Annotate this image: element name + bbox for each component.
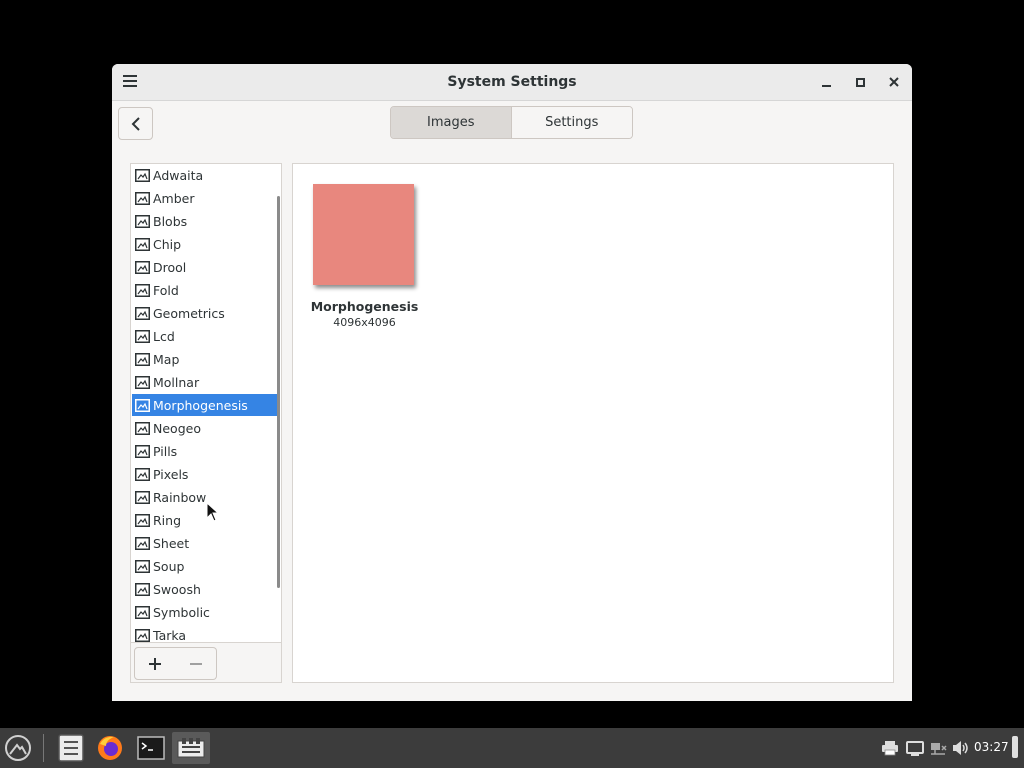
image-icon <box>135 306 150 320</box>
list-item-label: Geometrics <box>153 305 225 321</box>
printer-icon[interactable] <box>880 732 900 764</box>
list-item-map[interactable]: Map <box>132 348 280 370</box>
image-icon <box>135 421 150 435</box>
preview-area: Morphogenesis 4096x4096 <box>292 163 894 683</box>
power-indicator[interactable] <box>1012 736 1018 758</box>
list-item-label: Mollnar <box>153 374 200 390</box>
list-item-label: Chip <box>153 236 182 252</box>
image-icon <box>135 513 150 527</box>
app-menu-icon[interactable] <box>2 732 34 764</box>
list-item-label: Map <box>153 351 180 367</box>
wallpaper-resolution: 4096x4096 <box>333 316 396 329</box>
list-item-morphogenesis[interactable]: Morphogenesis <box>132 394 280 416</box>
image-icon <box>135 329 150 343</box>
list-item-drool[interactable]: Drool <box>132 256 280 278</box>
image-icon <box>135 168 150 182</box>
list-item-soup[interactable]: Soup <box>132 555 280 577</box>
list-item-sheet[interactable]: Sheet <box>132 532 280 554</box>
close-icon[interactable] <box>883 72 905 92</box>
list-item-label: Adwaita <box>153 167 204 183</box>
settings-app-icon[interactable] <box>172 732 210 764</box>
wallpaper-name: Morphogenesis <box>310 299 419 314</box>
list-actions <box>131 642 281 682</box>
list-item-amber[interactable]: Amber <box>132 187 280 209</box>
list-item-label: Tarka <box>153 627 187 643</box>
list-item-chip[interactable]: Chip <box>132 233 280 255</box>
title-bar: System Settings <box>112 64 912 101</box>
image-icon <box>135 628 150 642</box>
image-icon <box>135 444 150 458</box>
terminal-icon[interactable] <box>135 732 167 764</box>
list-item-tarka[interactable]: Tarka <box>132 624 280 642</box>
tab-images[interactable]: Images <box>391 107 512 138</box>
list-item-label: Symbolic <box>153 604 210 620</box>
file-manager-icon[interactable] <box>55 732 87 764</box>
list-item-label: Blobs <box>153 213 188 229</box>
add-button[interactable] <box>134 647 176 680</box>
system-settings-window: System Settings Images Settings Adwaita A… <box>112 64 912 701</box>
image-icon <box>135 536 150 550</box>
list-item-blobs[interactable]: Blobs <box>132 210 280 232</box>
list-item-label: Fold <box>153 282 179 298</box>
image-icon <box>135 352 150 366</box>
list-item-pills[interactable]: Pills <box>132 440 280 462</box>
tab-settings[interactable]: Settings <box>511 107 632 138</box>
minimize-icon[interactable] <box>815 72 837 92</box>
list-item-mollnar[interactable]: Mollnar <box>132 371 280 393</box>
list-scrollbar[interactable] <box>277 196 280 588</box>
image-icon <box>135 191 150 205</box>
chevron-left-icon <box>131 116 140 131</box>
list-item-label: Swoosh <box>153 581 201 597</box>
image-icon <box>135 559 150 573</box>
image-icon <box>135 214 150 228</box>
window-title: System Settings <box>447 74 577 90</box>
list-item-label: Ring <box>153 512 182 528</box>
list-item-pixels[interactable]: Pixels <box>132 463 280 485</box>
list-item-label: Pills <box>153 443 178 459</box>
list-item-label: Morphogenesis <box>153 397 248 413</box>
taskbar-separator <box>43 734 44 762</box>
wallpaper-thumbnail[interactable] <box>313 184 414 285</box>
list-item-swoosh[interactable]: Swoosh <box>132 578 280 600</box>
list-item-fold[interactable]: Fold <box>132 279 280 301</box>
image-icon <box>135 260 150 274</box>
list-item-label: Pixels <box>153 466 189 482</box>
display-icon[interactable] <box>905 732 925 764</box>
remove-button[interactable] <box>175 647 217 680</box>
image-icon <box>135 398 150 412</box>
back-button[interactable] <box>118 107 153 140</box>
list-item-label: Neogeo <box>153 420 201 436</box>
taskbar: 03:27 <box>0 728 1024 768</box>
maximize-icon[interactable] <box>849 72 871 92</box>
view-switcher: Images Settings <box>390 106 633 139</box>
image-icon <box>135 283 150 297</box>
image-icon <box>135 237 150 251</box>
list-item-label: Rainbow <box>153 489 207 505</box>
image-icon <box>135 605 150 619</box>
volume-icon[interactable] <box>950 732 970 764</box>
image-icon <box>135 582 150 596</box>
list-item-neogeo[interactable]: Neogeo <box>132 417 280 439</box>
list-item-geometrics[interactable]: Geometrics <box>132 302 280 324</box>
mouse-cursor-icon <box>206 502 220 522</box>
list-item-label: Amber <box>153 190 195 206</box>
image-icon <box>135 467 150 481</box>
list-item-adwaita[interactable]: Adwaita <box>132 164 280 186</box>
image-icon <box>135 490 150 504</box>
minus-icon <box>189 662 202 665</box>
image-icon <box>135 375 150 389</box>
background-list-panel: Adwaita Amber Blobs Chip Drool Fold Geometrics… <box>130 163 282 683</box>
clock[interactable]: 03:27 <box>974 740 1009 754</box>
list-item-symbolic[interactable]: Symbolic <box>132 601 280 623</box>
plus-icon <box>149 657 161 670</box>
background-list: Adwaita Amber Blobs Chip Drool Fold Geometrics… <box>131 164 281 642</box>
list-item-label: Sheet <box>153 535 190 551</box>
list-item-lcd[interactable]: Lcd <box>132 325 280 347</box>
firefox-icon[interactable] <box>94 732 126 764</box>
list-item-label: Drool <box>153 259 187 275</box>
list-item-label: Soup <box>153 558 185 574</box>
network-icon[interactable] <box>928 732 948 764</box>
list-item-label: Lcd <box>153 328 175 344</box>
